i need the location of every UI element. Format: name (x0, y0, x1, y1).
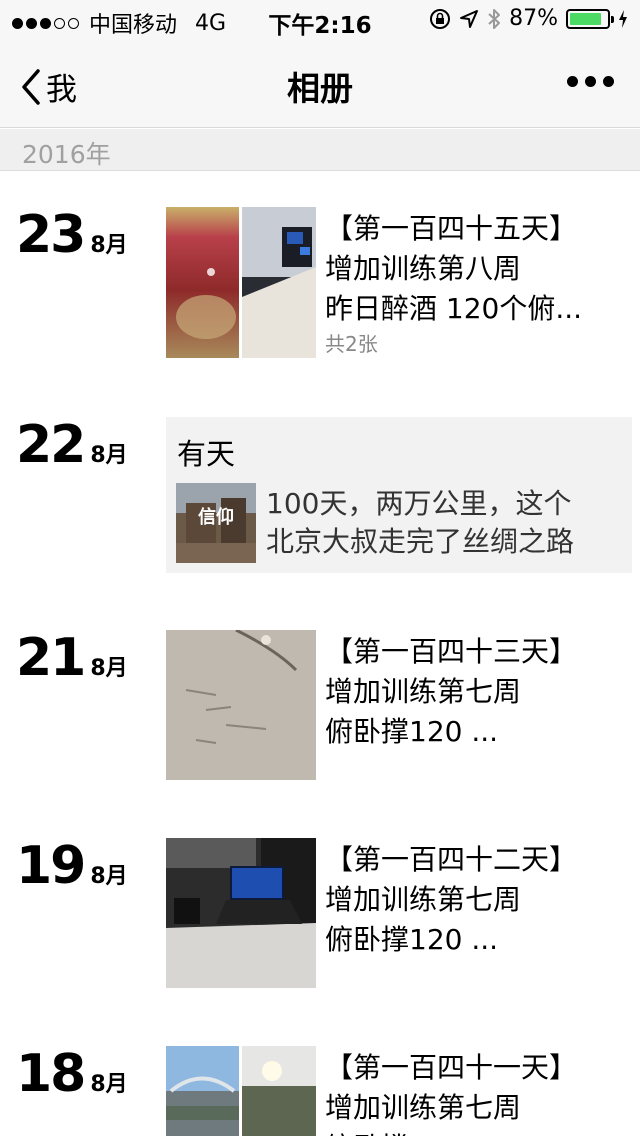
entry-date: 21 8月 (16, 630, 128, 686)
entry-month: 8月 (90, 443, 128, 468)
photo-thumbnail[interactable] (166, 630, 316, 780)
entry-date: 18 8月 (16, 1046, 128, 1102)
entry-line: 增加训练第七周 (325, 675, 522, 708)
entry-line: 昨日醉酒 120个俯... (325, 292, 583, 325)
photo-thumbnail[interactable] (242, 207, 316, 358)
entry-day: 18 (16, 1044, 86, 1104)
entry-title: 【第一百四十一天】 (325, 1051, 578, 1084)
article-title-line: 北京大叔走完了丝绸之路 (266, 525, 575, 558)
entry-day: 21 (16, 628, 86, 688)
entry-line: 增加训练第八周 (325, 252, 522, 285)
svg-text:信仰: 信仰 (198, 506, 234, 528)
entry-month: 8月 (90, 1072, 128, 1097)
ellipsis-icon (567, 76, 578, 87)
more-button[interactable] (567, 76, 614, 87)
location-icon (460, 9, 479, 28)
battery-level (570, 12, 602, 25)
photo-thumbnail[interactable] (166, 1046, 239, 1136)
entry-line: 俯卧撑120 ... (325, 1128, 577, 1136)
entry-line: 增加训练第七周 (325, 883, 522, 916)
entry-line: 俯卧撑120 ... (325, 923, 499, 956)
entry-date: 22 8月 (16, 417, 128, 473)
navigation-bar: 我 相册 (0, 40, 640, 128)
page-title: 相册 (287, 69, 353, 108)
charging-icon (619, 9, 627, 28)
entry-date: 23 8月 (16, 207, 128, 263)
entry-line: 俯卧撑120 ... (325, 715, 499, 748)
entry-day: 19 (16, 836, 86, 896)
photo-thumbnail[interactable] (166, 838, 316, 988)
entry-line: 增加训练第七周 (325, 1091, 522, 1124)
photo-thumbnail[interactable] (166, 207, 239, 358)
entry-month: 8月 (90, 864, 128, 889)
entry-month: 8月 (90, 656, 128, 681)
entry-month: 8月 (90, 233, 128, 258)
entry-date: 19 8月 (16, 838, 128, 894)
battery-percent: 87% (509, 6, 558, 31)
status-bar: 中国移动 4G 下午2:16 87% (0, 0, 640, 40)
year-section-header: 2016年 (0, 129, 640, 171)
article-thumbnail: 信仰 (176, 483, 256, 563)
article-title-line: 100天，两万公里，这个 (266, 487, 572, 520)
entry-title: 【第一百四十五天】 (325, 212, 578, 245)
entry-title: 【第一百四十二天】 (325, 843, 578, 876)
bluetooth-icon (488, 8, 501, 29)
entry-text: 【第一百四十五天】 增加训练第八周 昨日醉酒 120个俯... 共2张 (325, 209, 582, 359)
entry-day: 23 (16, 205, 86, 265)
entry-text: 【第一百四十三天】 增加训练第七周 俯卧撑120 ... (325, 632, 577, 752)
entry-text: 【第一百四十一天】 增加训练第七周 俯卧撑120 ... (325, 1048, 577, 1136)
photo-thumbnail[interactable] (242, 1046, 316, 1136)
shared-article-card[interactable]: 有天 信仰 100天，两万公里，这个 北京大叔走完了丝绸之路 (166, 417, 632, 573)
photo-count: 共2张 (325, 332, 378, 356)
share-comment: 有天 (177, 437, 236, 471)
article-title: 100天，两万公里，这个 北京大叔走完了丝绸之路 (266, 485, 574, 561)
status-icons: 87% (429, 6, 628, 31)
year-label: 2016年 (22, 140, 111, 169)
entry-text: 【第一百四十二天】 增加训练第七周 俯卧撑120 ... (325, 840, 577, 960)
entry-title: 【第一百四十三天】 (325, 635, 578, 668)
orientation-lock-icon (430, 8, 451, 29)
entry-day: 22 (16, 415, 86, 475)
battery-icon (566, 8, 614, 29)
